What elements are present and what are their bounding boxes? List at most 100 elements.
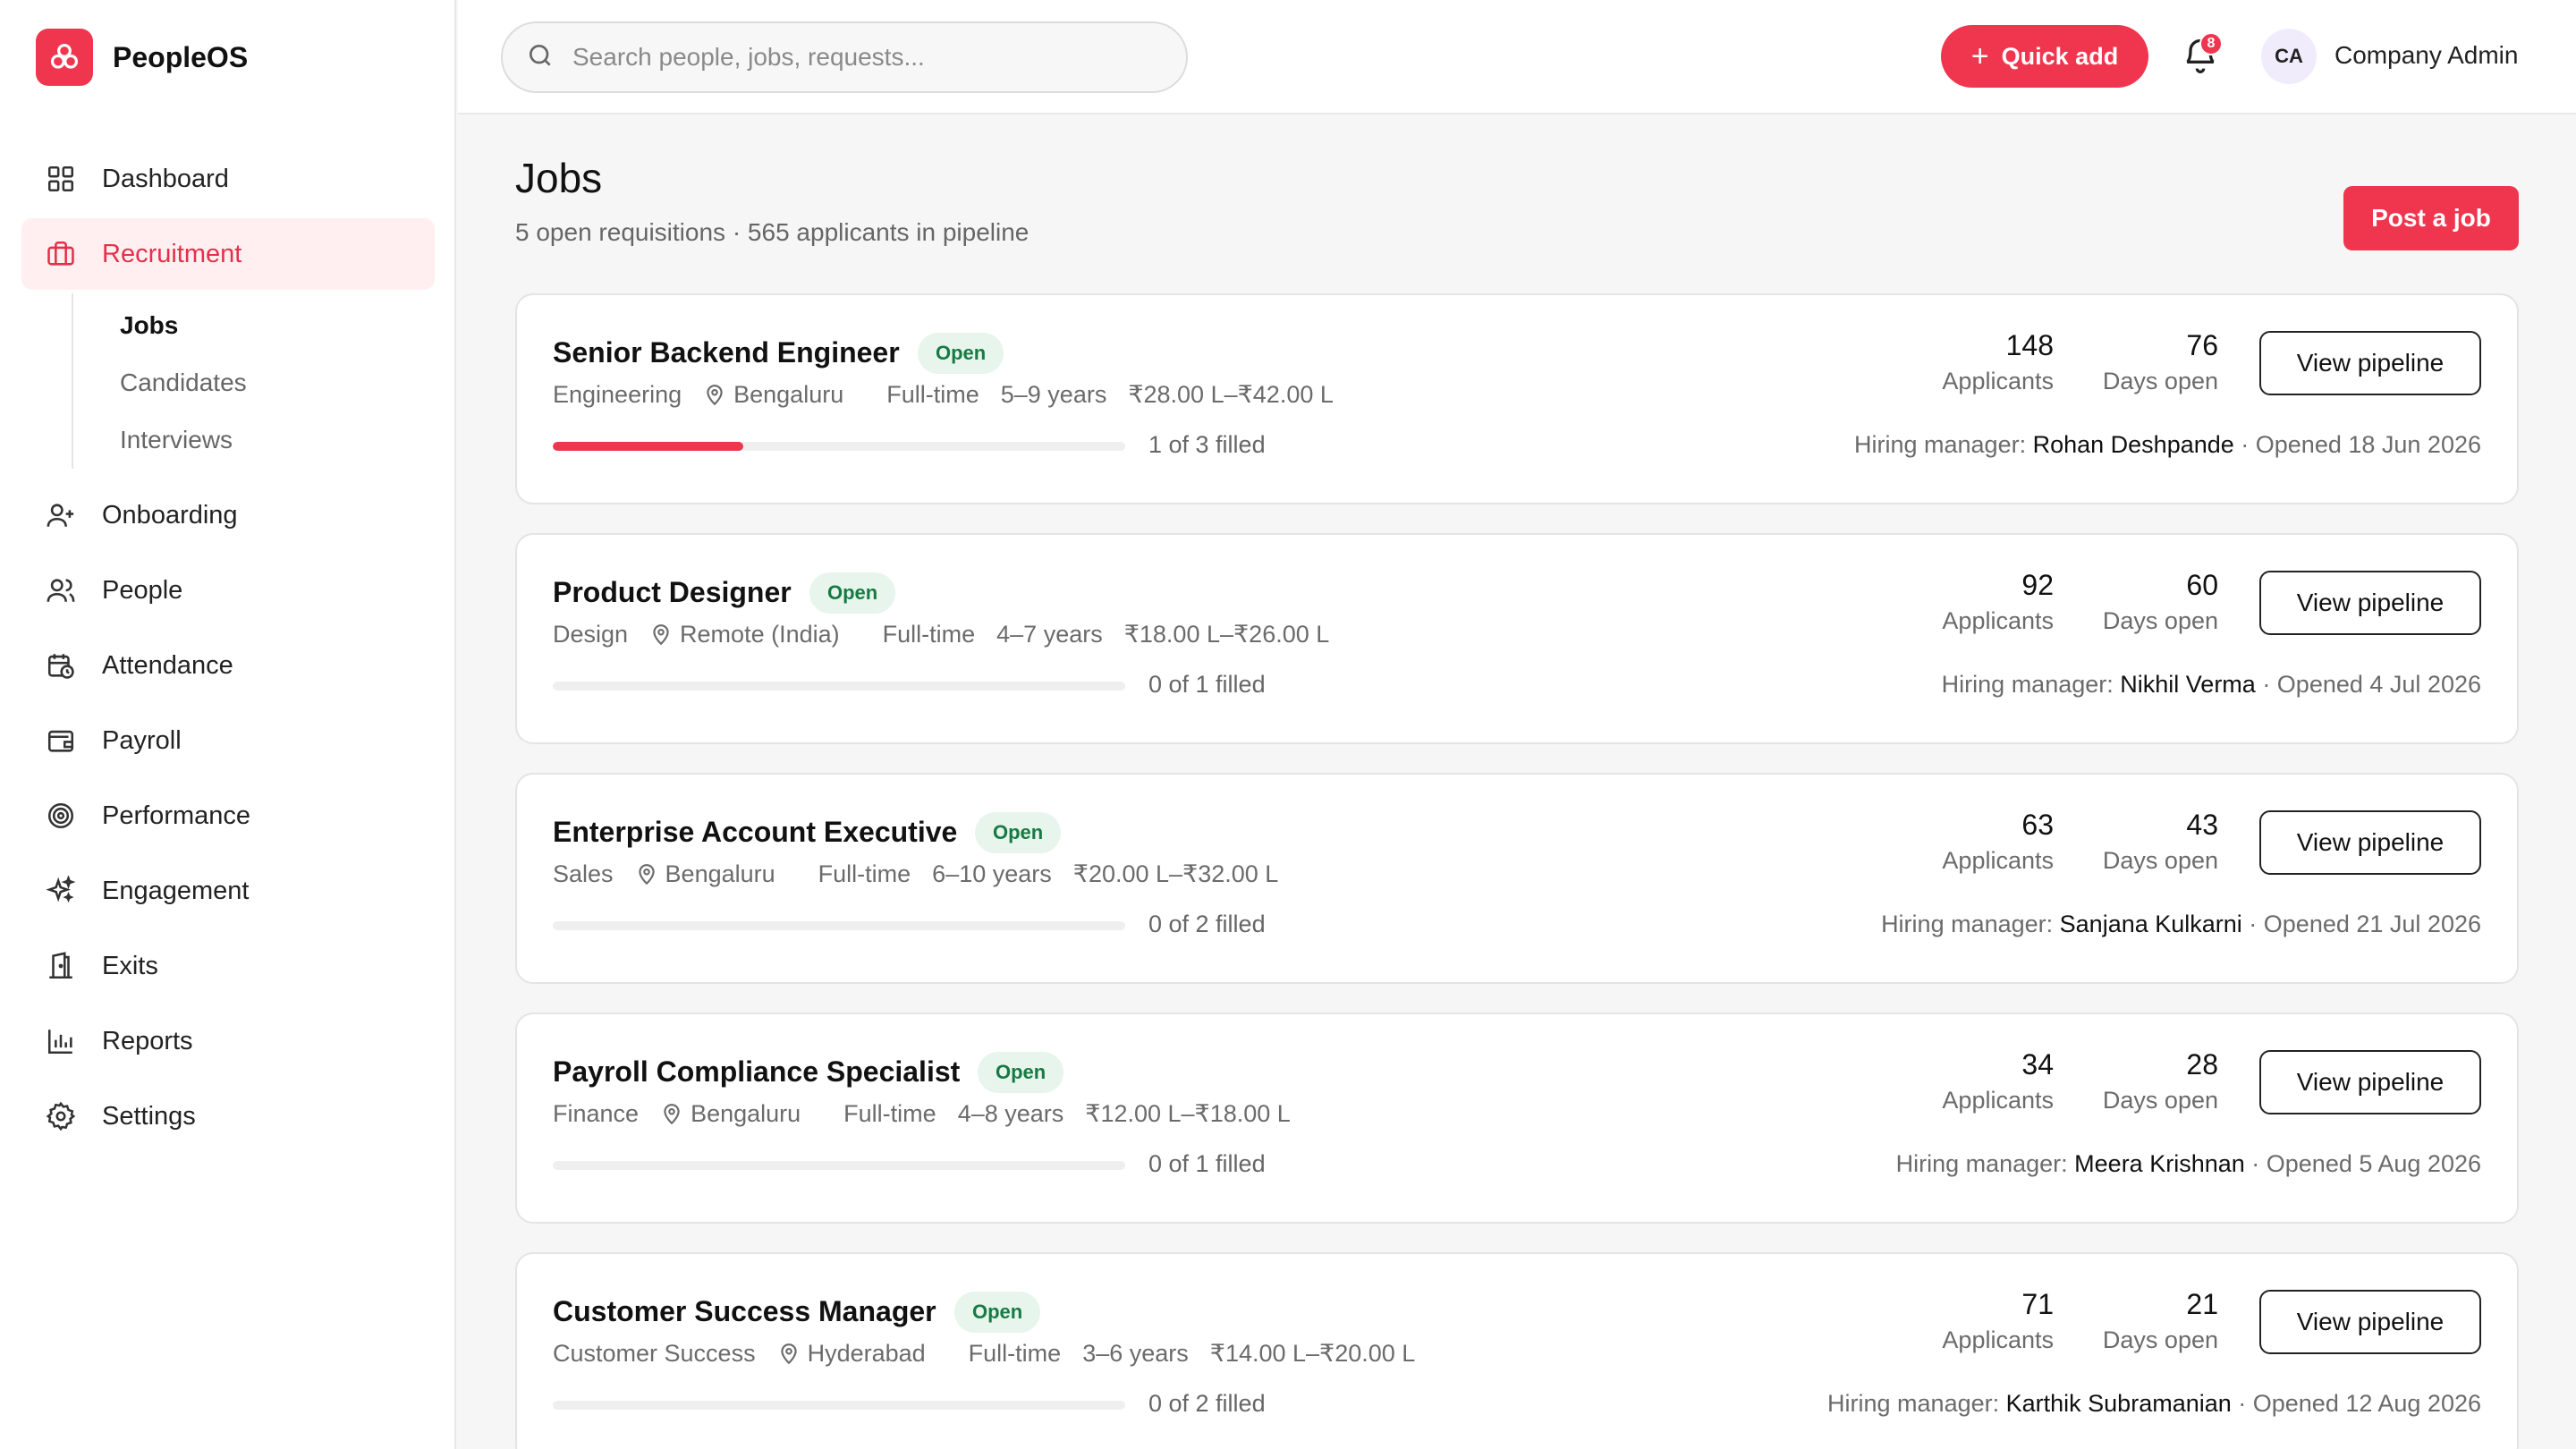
- applicants-label: Applicants: [1942, 607, 2054, 634]
- applicants-count: 34: [2021, 1048, 2054, 1080]
- opened-prefix: · Opened: [2241, 911, 2357, 937]
- job-title[interactable]: Payroll Compliance Specialist: [553, 1055, 960, 1089]
- filled-count: 0 of 1 filled: [1148, 671, 1266, 698]
- job-card: Payroll Compliance Specialist Open Finan…: [515, 1013, 2519, 1224]
- hiring-manager-label: Hiring manager:: [1827, 1390, 2006, 1417]
- job-type: Full-time: [886, 381, 979, 408]
- opened-prefix: · Opened: [2233, 431, 2349, 458]
- sidebar-item-exits[interactable]: Exits: [21, 930, 435, 1002]
- job-experience: 4–7 years: [996, 621, 1103, 648]
- sidebar-item-label: Performance: [102, 801, 251, 830]
- search-bar[interactable]: [501, 21, 1188, 93]
- sidebar-item-payroll[interactable]: Payroll: [21, 705, 435, 776]
- job-salary: ₹12.00 L–₹18.00 L: [1085, 1100, 1291, 1127]
- days-open-label: Days open: [2102, 847, 2218, 874]
- fill-progress-bar: [553, 682, 1125, 691]
- subnav-item-candidates[interactable]: Candidates: [73, 354, 435, 411]
- sidebar-item-dashboard[interactable]: Dashboard: [21, 143, 435, 215]
- view-pipeline-button[interactable]: View pipeline: [2259, 571, 2481, 635]
- quick-add-button[interactable]: + Quick add: [1941, 25, 2148, 88]
- post-job-button[interactable]: Post a job: [2343, 186, 2519, 250]
- fill-progress-bar: [553, 1161, 1125, 1170]
- hiring-manager-label: Hiring manager:: [1941, 671, 2121, 698]
- subnav-item-jobs[interactable]: Jobs: [73, 297, 435, 354]
- view-pipeline-button[interactable]: View pipeline: [2259, 331, 2481, 395]
- sidebar-item-attendance[interactable]: Attendance: [21, 630, 435, 701]
- hiring-manager-name[interactable]: Karthik Subramanian: [2006, 1390, 2232, 1417]
- job-title[interactable]: Product Designer: [553, 576, 792, 609]
- view-pipeline-button[interactable]: View pipeline: [2259, 1050, 2481, 1114]
- hiring-manager-name[interactable]: Sanjana Kulkarni: [2060, 911, 2242, 937]
- job-department: Customer Success: [553, 1340, 756, 1367]
- job-salary: ₹20.00 L–₹32.00 L: [1072, 860, 1279, 887]
- page-subtitle: 5 open requisitions · 565 applicants in …: [515, 218, 1030, 246]
- job-location-text: Bengaluru: [733, 381, 844, 408]
- sidebar: PeopleOS Dashboard Recruitment Jobs Cand…: [0, 0, 456, 1449]
- opened-date: 18 Jun 2026: [2348, 431, 2481, 458]
- opened-date: 21 Jul 2026: [2356, 911, 2481, 937]
- fill-progress-bar: [553, 921, 1125, 930]
- map-pin-icon: [707, 384, 723, 405]
- job-meta: Finance Bengaluru Full-time 4–8 years ₹1…: [553, 1100, 1312, 1128]
- applicants-label: Applicants: [1942, 1326, 2054, 1353]
- briefcase-icon: [43, 236, 79, 272]
- wallet-icon: [43, 723, 79, 758]
- user-name[interactable]: Company Admin: [2334, 41, 2518, 70]
- sidebar-item-onboarding[interactable]: Onboarding: [21, 479, 435, 551]
- opened-prefix: · Opened: [2255, 671, 2370, 698]
- job-salary: ₹18.00 L–₹26.00 L: [1123, 621, 1330, 648]
- job-title[interactable]: Enterprise Account Executive: [553, 816, 957, 849]
- sidebar-item-label: Payroll: [102, 725, 182, 755]
- applicants-label: Applicants: [1942, 1087, 2054, 1114]
- filled-count: 0 of 2 filled: [1148, 911, 1266, 937]
- applicants-stat: 63 Applicants: [1942, 809, 2054, 875]
- job-department: Design: [553, 621, 629, 648]
- app-name: PeopleOS: [113, 40, 249, 73]
- sidebar-item-performance[interactable]: Performance: [21, 780, 435, 852]
- subnav-item-interviews[interactable]: Interviews: [73, 411, 435, 469]
- sidebar-item-label: Recruitment: [102, 239, 242, 268]
- days-open-label: Days open: [2102, 1326, 2218, 1353]
- hiring-manager-name[interactable]: Meera Krishnan: [2074, 1150, 2245, 1177]
- hiring-manager-name[interactable]: Nikhil Verma: [2120, 671, 2256, 698]
- status-badge: Open: [954, 1292, 1041, 1333]
- users-icon: [43, 572, 79, 608]
- gear-icon: [43, 1098, 79, 1134]
- sidebar-item-settings[interactable]: Settings: [21, 1080, 435, 1152]
- opened-prefix: · Opened: [2244, 1150, 2360, 1177]
- plus-icon: +: [1970, 38, 1989, 73]
- avatar[interactable]: CA: [2261, 29, 2317, 84]
- job-card: Customer Success Manager Open Customer S…: [515, 1252, 2519, 1449]
- user-plus-icon: [43, 497, 79, 533]
- job-salary: ₹14.00 L–₹20.00 L: [1209, 1340, 1416, 1367]
- search-input[interactable]: [572, 43, 1145, 72]
- view-pipeline-button[interactable]: View pipeline: [2259, 1290, 2481, 1354]
- brand[interactable]: PeopleOS: [36, 29, 248, 86]
- page-title: Jobs: [515, 155, 603, 201]
- days-open-label: Days open: [2102, 1087, 2218, 1114]
- sidebar-item-reports[interactable]: Reports: [21, 1005, 435, 1077]
- sidebar-item-recruitment[interactable]: Recruitment: [21, 218, 435, 290]
- job-location: Bengaluru: [703, 381, 865, 409]
- job-title[interactable]: Customer Success Manager: [553, 1295, 936, 1328]
- map-pin-icon: [664, 1103, 680, 1124]
- job-title[interactable]: Senior Backend Engineer: [553, 336, 900, 369]
- calendar-clock-icon: [43, 648, 79, 683]
- job-type: Full-time: [968, 1340, 1062, 1367]
- sidebar-item-people[interactable]: People: [21, 555, 435, 626]
- fill-progress-bar: [553, 442, 1125, 451]
- status-badge: Open: [978, 1052, 1064, 1093]
- status-badge: Open: [918, 333, 1004, 374]
- view-pipeline-button[interactable]: View pipeline: [2259, 810, 2481, 875]
- job-department: Sales: [553, 860, 614, 887]
- applicants-stat: 71 Applicants: [1942, 1288, 2054, 1354]
- applicants-label: Applicants: [1942, 368, 2054, 394]
- hiring-manager-name[interactable]: Rohan Deshpande: [2033, 431, 2234, 458]
- hiring-manager-label: Hiring manager:: [1881, 911, 2060, 937]
- opened-date: 12 Aug 2026: [2345, 1390, 2481, 1417]
- sidebar-item-engagement[interactable]: Engagement: [21, 855, 435, 927]
- sidebar-item-label: Settings: [102, 1101, 196, 1131]
- search-icon: [526, 41, 555, 74]
- days-open-label: Days open: [2102, 368, 2218, 394]
- job-meta: Engineering Bengaluru Full-time 5–9 year…: [553, 381, 1355, 409]
